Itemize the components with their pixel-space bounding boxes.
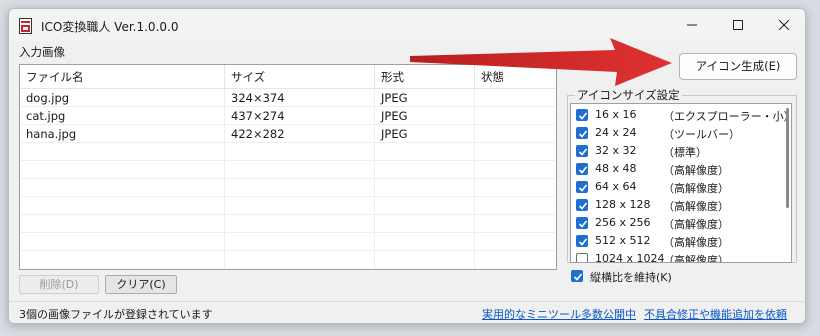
size-option-48[interactable]: 48 x 48 （高解像度） (571, 160, 781, 178)
cell-size: 324×374 (225, 89, 375, 107)
empty-row (20, 197, 556, 215)
size-label: 1024 x 1024 (595, 252, 665, 263)
empty-row (20, 161, 556, 179)
keep-ratio-label: 縦横比を維持(K) (590, 271, 672, 284)
minimize-button[interactable] (669, 9, 715, 41)
size-label: 256 x 256 (595, 216, 651, 229)
icon-size-group-label: アイコンサイズ設定 (575, 87, 682, 103)
empty-row (20, 251, 556, 269)
close-button[interactable] (761, 9, 805, 41)
column-header-state[interactable]: 状態 (475, 65, 558, 89)
maximize-icon (733, 20, 743, 30)
checkbox-checked[interactable] (576, 217, 588, 229)
column-header-filename[interactable]: ファイル名 (20, 65, 225, 89)
size-option-64[interactable]: 64 x 64 （高解像度） (571, 178, 781, 196)
checkbox-checked[interactable] (576, 199, 588, 211)
cell-state (475, 89, 558, 107)
column-header-format[interactable]: 形式 (375, 65, 475, 89)
close-icon (779, 20, 789, 30)
input-group-label: 入力画像 (17, 44, 67, 60)
checkbox-checked[interactable] (576, 127, 588, 139)
size-description: （高解像度） (663, 182, 729, 195)
size-description: （高解像度） (663, 254, 729, 263)
app-window: ICO変換職人 Ver.1.0.0.0 入力画像 ファイル名 サイズ 形式 状態… (8, 8, 806, 324)
cell-filename: hana.jpg (20, 125, 225, 143)
checkbox-checked[interactable] (576, 145, 588, 157)
checkbox-checked[interactable] (576, 235, 588, 247)
icon-size-list[interactable]: 16 x 16 （エクスプローラー・小） 24 x 24 （ツールバー） 32 … (570, 103, 792, 263)
size-option-1024[interactable]: 1024 x 1024 （高解像度） (571, 250, 781, 263)
cell-state (475, 107, 558, 125)
empty-row (20, 233, 556, 251)
empty-row (20, 215, 556, 233)
title-bar[interactable]: ICO変換職人 Ver.1.0.0.0 (9, 9, 805, 41)
mini-tools-link[interactable]: 実用的なミニツール多数公開中 (482, 306, 636, 322)
size-label: 32 x 32 (595, 144, 637, 157)
size-label: 48 x 48 (595, 162, 637, 175)
file-list[interactable]: ファイル名 サイズ 形式 状態 dog.jpg 324×374 JPEG cat… (19, 64, 557, 270)
size-option-512[interactable]: 512 x 512 （高解像度） (571, 232, 781, 250)
size-option-32[interactable]: 32 x 32 （標準） (571, 142, 781, 160)
size-label: 512 x 512 (595, 234, 651, 247)
size-option-256[interactable]: 256 x 256 （高解像度） (571, 214, 781, 232)
cell-state (475, 125, 558, 143)
size-option-24[interactable]: 24 x 24 （ツールバー） (571, 124, 781, 142)
size-description: （高解像度） (663, 200, 729, 213)
maximize-button[interactable] (715, 9, 761, 41)
table-row[interactable]: cat.jpg 437×274 JPEG (20, 107, 556, 125)
size-description: （高解像度） (663, 236, 729, 249)
app-icon (19, 18, 33, 34)
minimize-icon (687, 24, 697, 26)
table-row[interactable]: hana.jpg 422×282 JPEG (20, 125, 556, 143)
window-title: ICO変換職人 Ver.1.0.0.0 (41, 20, 179, 34)
size-label: 128 x 128 (595, 198, 651, 211)
column-header-size[interactable]: サイズ (225, 65, 375, 89)
checkbox-checked[interactable] (576, 109, 588, 121)
size-description: （標準） (663, 146, 707, 159)
empty-row (20, 179, 556, 197)
cell-filename: dog.jpg (20, 89, 225, 107)
checkbox-checked[interactable] (571, 270, 583, 282)
file-list-header: ファイル名 サイズ 形式 状態 (20, 65, 556, 89)
size-option-16[interactable]: 16 x 16 （エクスプローラー・小） (571, 106, 791, 124)
status-bar: 3個の画像ファイルが登録されています 実用的なミニツール多数公開中 不具合修正や… (9, 301, 805, 323)
size-option-128[interactable]: 128 x 128 （高解像度） (571, 196, 781, 214)
size-description: （エクスプローラー・小） (663, 110, 792, 123)
cell-format: JPEG (375, 125, 475, 143)
checkbox-checked[interactable] (576, 181, 588, 193)
generate-icon-button[interactable]: アイコン生成(E) (679, 53, 797, 80)
cell-size: 437×274 (225, 107, 375, 125)
clear-button[interactable]: クリア(C) (105, 275, 177, 294)
scrollbar-thumb[interactable] (786, 108, 789, 208)
keep-ratio-option[interactable]: 縦横比を維持(K) (571, 267, 771, 285)
cell-format: JPEG (375, 107, 475, 125)
cell-format: JPEG (375, 89, 475, 107)
size-description: （ツールバー） (663, 128, 740, 141)
empty-row (20, 143, 556, 161)
feature-request-link[interactable]: 不具合修正や機能追加を依頼 (644, 306, 787, 322)
table-row[interactable]: dog.jpg 324×374 JPEG (20, 89, 556, 107)
cell-filename: cat.jpg (20, 107, 225, 125)
size-label: 16 x 16 (595, 108, 637, 121)
size-label: 24 x 24 (595, 126, 637, 139)
size-description: （高解像度） (663, 164, 729, 177)
status-text: 3個の画像ファイルが登録されています (19, 308, 213, 321)
size-description: （高解像度） (663, 218, 729, 231)
delete-button[interactable]: 削除(D) (19, 275, 99, 294)
size-label: 64 x 64 (595, 180, 637, 193)
checkbox-unchecked[interactable] (576, 253, 588, 262)
cell-size: 422×282 (225, 125, 375, 143)
checkbox-checked[interactable] (576, 163, 588, 175)
